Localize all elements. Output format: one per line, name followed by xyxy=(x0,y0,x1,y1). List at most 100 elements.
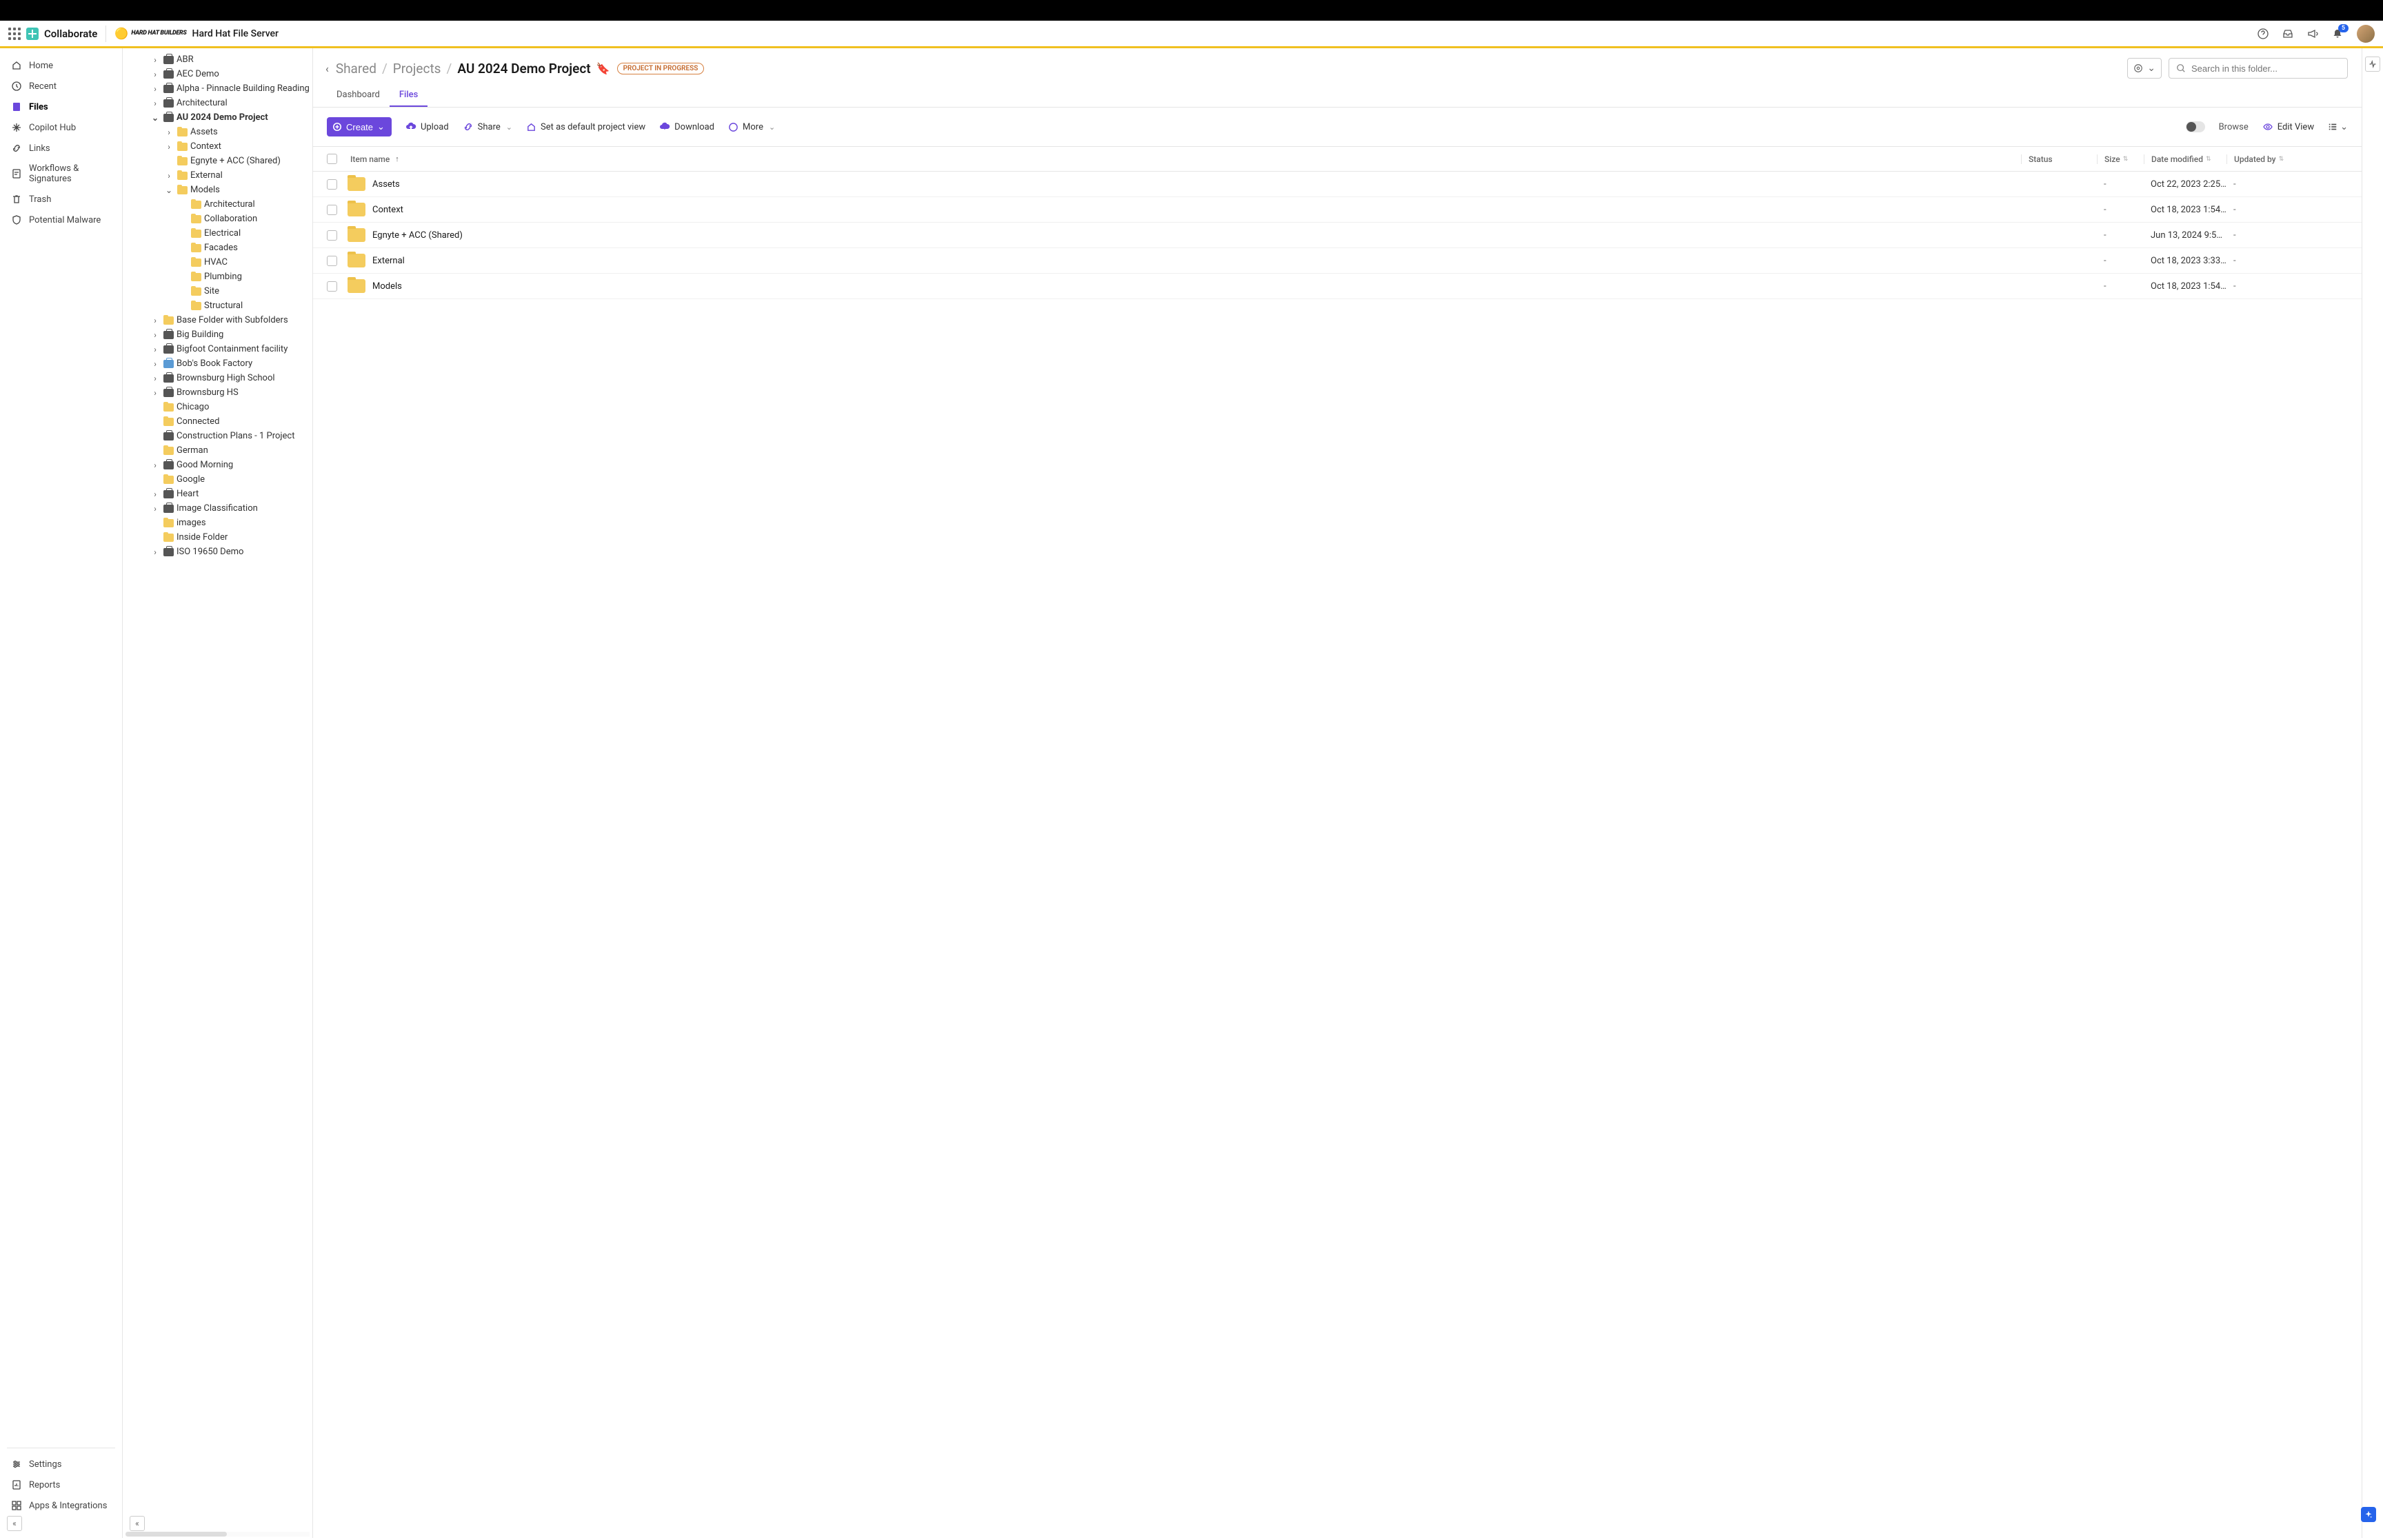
tree-item[interactable]: ›ISO 19650 Demo xyxy=(123,545,312,559)
create-button[interactable]: Create ⌄ xyxy=(327,117,392,136)
nav-item-trash[interactable]: Trash xyxy=(6,189,117,210)
column-size[interactable]: Size⇅ xyxy=(2097,154,2144,164)
tab-dashboard[interactable]: Dashboard xyxy=(327,84,390,107)
chevron-right-icon[interactable]: › xyxy=(150,388,160,398)
tree-scrollbar[interactable] xyxy=(125,1532,310,1537)
breadcrumb-projects[interactable]: Projects xyxy=(393,61,441,77)
chevron-right-icon[interactable]: › xyxy=(150,316,160,325)
chevron-right-icon[interactable]: › xyxy=(150,547,160,557)
row-name[interactable]: External xyxy=(348,254,2021,267)
tree-item[interactable]: Connected xyxy=(123,414,312,429)
notifications-icon[interactable]: 5 xyxy=(2332,28,2343,39)
tree-item[interactable]: Construction Plans - 1 Project xyxy=(123,429,312,443)
breadcrumb-back-button[interactable]: ‹ xyxy=(325,62,329,75)
user-avatar[interactable] xyxy=(2357,25,2375,43)
chevron-right-icon[interactable]: › xyxy=(150,99,160,108)
tree-item[interactable]: ›Bigfoot Containment facility xyxy=(123,342,312,356)
row-checkbox[interactable] xyxy=(327,256,337,266)
app-name[interactable]: Collaborate xyxy=(44,28,97,40)
tree-item[interactable]: Architectural xyxy=(123,197,312,212)
collapse-sidebar-button[interactable]: « xyxy=(7,1516,22,1531)
edit-view-button[interactable]: Edit View xyxy=(2262,121,2314,132)
column-date[interactable]: Date modified⇅ xyxy=(2144,154,2226,164)
tree-item[interactable]: German xyxy=(123,443,312,458)
chevron-right-icon[interactable]: › xyxy=(164,171,174,181)
org-logo[interactable]: 🟡 HARD HAT BUILDERS xyxy=(114,27,186,40)
nav-item-home[interactable]: Home xyxy=(6,55,117,76)
tree-item[interactable]: ›ABR xyxy=(123,52,312,67)
tree-item[interactable]: ›Context xyxy=(123,139,312,154)
tree-item[interactable]: ›Heart xyxy=(123,487,312,501)
chevron-right-icon[interactable]: › xyxy=(150,374,160,383)
activity-button[interactable] xyxy=(2365,57,2380,72)
list-view-button[interactable]: ⌄ xyxy=(2328,122,2348,132)
collapse-tree-button[interactable]: « xyxy=(130,1516,145,1531)
nav-item-files[interactable]: Files xyxy=(6,97,117,117)
chevron-right-icon[interactable]: › xyxy=(150,70,160,79)
share-button[interactable]: Share ⌄ xyxy=(463,121,512,132)
tree-item[interactable]: ›Bob's Book Factory xyxy=(123,356,312,371)
browse-toggle[interactable] xyxy=(2186,121,2205,132)
tree-item[interactable]: Structural xyxy=(123,298,312,313)
nav-item-workflows[interactable]: Workflows & Signatures xyxy=(6,159,117,189)
nav-item-malware[interactable]: Potential Malware xyxy=(6,210,117,230)
tree-item[interactable]: Chicago xyxy=(123,400,312,414)
tree-item[interactable]: Site xyxy=(123,284,312,298)
chevron-right-icon[interactable]: › xyxy=(150,359,160,369)
chevron-right-icon[interactable]: › xyxy=(150,489,160,499)
project-status-pill[interactable]: PROJECT IN PROGRESS xyxy=(617,63,705,74)
column-status[interactable]: Status xyxy=(2021,154,2097,164)
help-icon[interactable] xyxy=(2258,28,2269,39)
tree-item[interactable]: ›Alpha - Pinnacle Building Reading xyxy=(123,81,312,96)
nav-item-apps[interactable]: Apps & Integrations xyxy=(6,1495,117,1516)
tree-item[interactable]: Collaboration xyxy=(123,212,312,226)
breadcrumb-shared[interactable]: Shared xyxy=(336,61,376,77)
nav-item-settings[interactable]: Settings xyxy=(6,1454,117,1475)
nav-item-reports[interactable]: Reports xyxy=(6,1475,117,1495)
tree-item[interactable]: ›Big Building xyxy=(123,327,312,342)
nav-item-links[interactable]: Links xyxy=(6,138,117,159)
chevron-right-icon[interactable]: › xyxy=(150,84,160,94)
table-row[interactable]: Egnyte + ACC (Shared)-Jun 13, 2024 9:51 … xyxy=(313,223,2362,248)
row-checkbox[interactable] xyxy=(327,179,337,190)
chevron-right-icon[interactable]: › xyxy=(150,504,160,514)
tree-item[interactable]: ›Good Morning xyxy=(123,458,312,472)
announcements-icon[interactable] xyxy=(2307,28,2318,39)
column-name[interactable]: Item name ↑ xyxy=(348,154,2021,164)
download-button[interactable]: Download xyxy=(659,121,714,132)
chevron-right-icon[interactable]: › xyxy=(164,128,174,137)
ai-assistant-fab[interactable] xyxy=(2361,1507,2376,1522)
tree-item[interactable]: ›Base Folder with Subfolders xyxy=(123,313,312,327)
nav-item-copilot-hub[interactable]: Copilot Hub xyxy=(6,117,117,138)
row-checkbox[interactable] xyxy=(327,281,337,292)
row-name[interactable]: Context xyxy=(348,203,2021,216)
more-button[interactable]: More ⌄ xyxy=(728,122,775,132)
tab-files[interactable]: Files xyxy=(390,84,428,107)
nav-item-recent[interactable]: Recent xyxy=(6,76,117,97)
breadcrumb-current[interactable]: AU 2024 Demo Project xyxy=(457,61,590,77)
row-name[interactable]: Models xyxy=(348,279,2021,293)
table-row[interactable]: Models-Oct 18, 2023 1:54 PM- xyxy=(313,274,2362,299)
tree-item[interactable]: Electrical xyxy=(123,226,312,241)
row-name[interactable]: Egnyte + ACC (Shared) xyxy=(348,228,2021,242)
tree-item[interactable]: Facades xyxy=(123,241,312,255)
tree-item[interactable]: HVAC xyxy=(123,255,312,270)
search-input[interactable] xyxy=(2191,63,2340,74)
tree-item[interactable]: ›Image Classification xyxy=(123,501,312,516)
tree-item[interactable]: ›Architectural xyxy=(123,96,312,110)
tree-item[interactable]: Plumbing xyxy=(123,270,312,284)
tree-item[interactable]: ›External xyxy=(123,168,312,183)
chevron-down-icon[interactable]: ⌄ xyxy=(164,185,174,195)
table-row[interactable]: Assets-Oct 22, 2023 2:25 …- xyxy=(313,172,2362,197)
tree-item[interactable]: Google xyxy=(123,472,312,487)
server-name[interactable]: Hard Hat File Server xyxy=(192,28,279,39)
row-checkbox[interactable] xyxy=(327,230,337,241)
tree-item[interactable]: images xyxy=(123,516,312,530)
row-checkbox[interactable] xyxy=(327,205,337,215)
bookmark-icon[interactable]: 🔖 xyxy=(596,62,610,75)
select-all-checkbox[interactable] xyxy=(327,154,337,164)
tree-item[interactable]: ›Brownsburg HS xyxy=(123,385,312,400)
chevron-right-icon[interactable]: › xyxy=(150,330,160,340)
view-mode-dropdown[interactable]: ⌄ xyxy=(2127,58,2162,79)
collaborate-logo-icon[interactable] xyxy=(26,28,39,40)
